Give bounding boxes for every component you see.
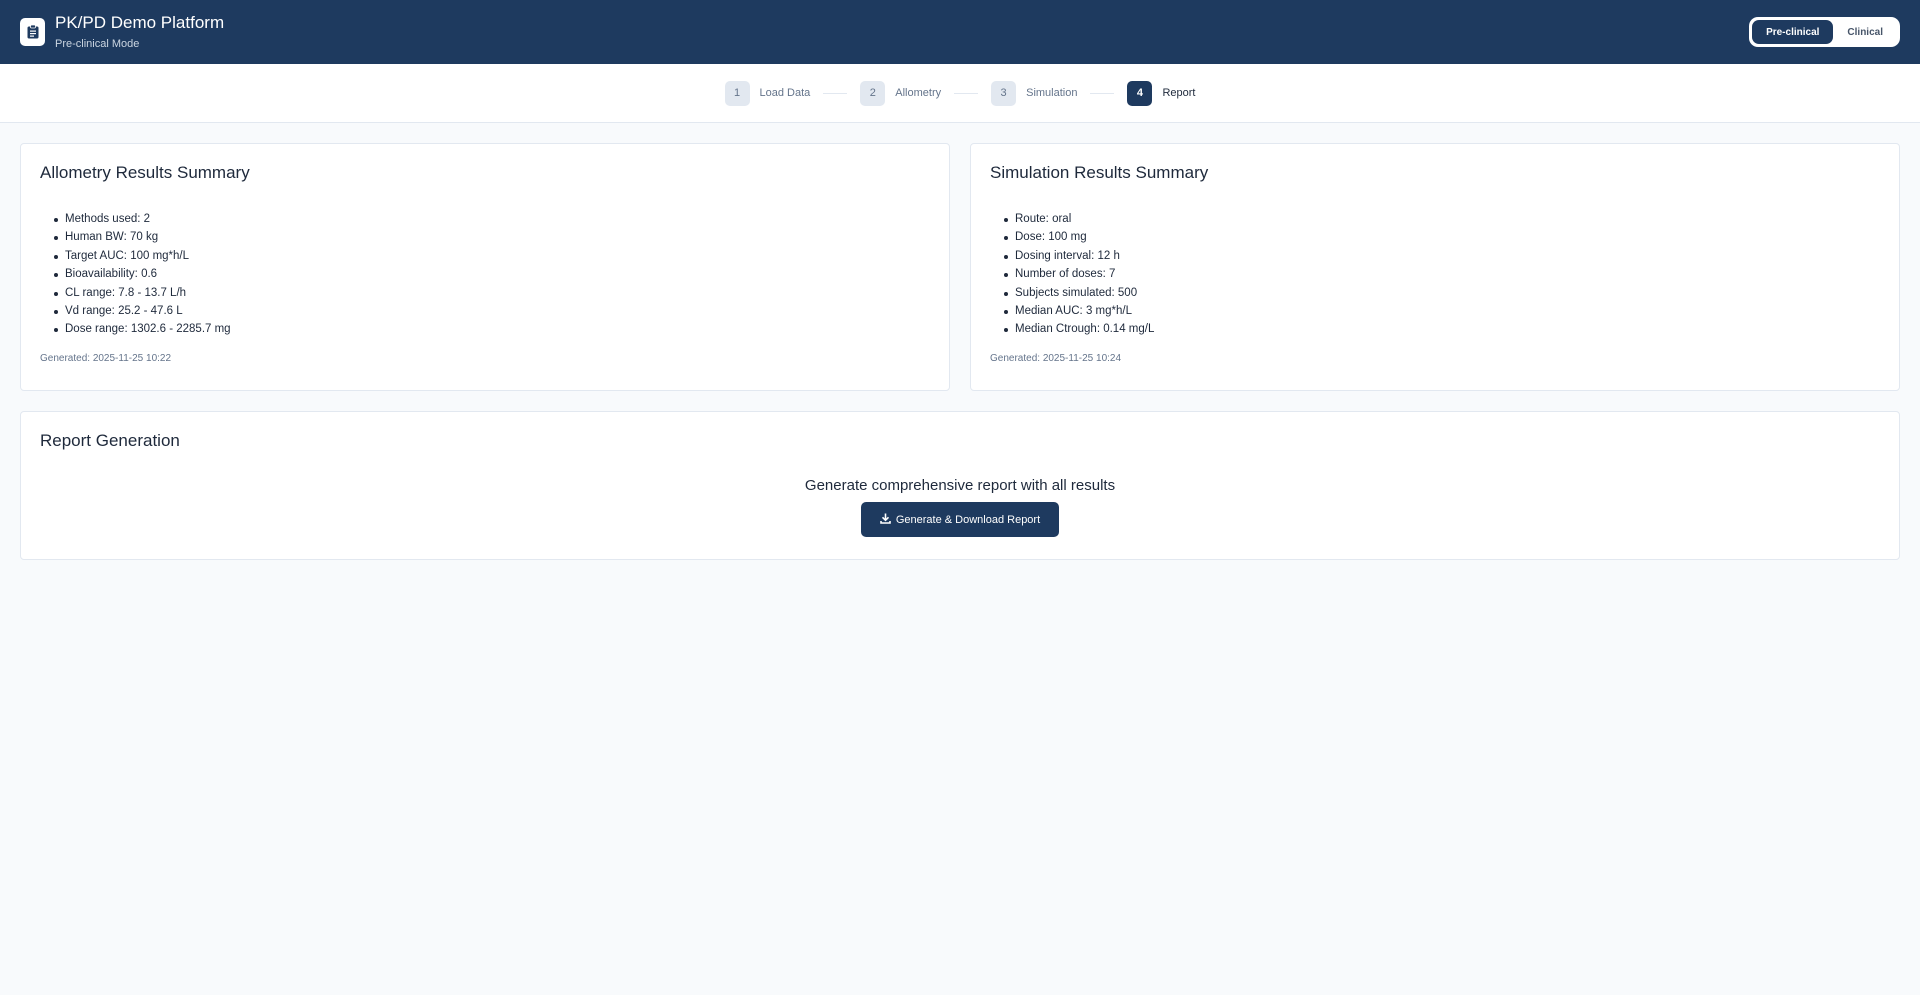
mode-preclinical-button[interactable]: Pre-clinical [1752,20,1834,44]
app-header: PK/PD Demo Platform Pre-clinical Mode Pr… [0,0,1920,64]
step-connector [823,92,848,94]
list-item: Human BW: 70 kg [54,228,930,246]
list-item: Target AUC: 100 mg*h/L [54,247,930,265]
app-mode-subtitle: Pre-clinical Mode [55,38,140,50]
card-title: Allometry Results Summary [40,163,250,182]
step-label: Allometry [895,87,942,99]
list-item: CL range: 7.8 - 13.7 L/h [54,284,930,302]
download-icon [880,513,891,527]
app-title: PK/PD Demo Platform [55,13,225,32]
step-label: Simulation [1026,87,1078,99]
mode-clinical-button[interactable]: Clinical [1833,20,1897,44]
list-item: Subjects simulated: 500 [1004,284,1880,302]
allometry-summary-card: Allometry Results Summary Methods used: … [20,143,950,391]
list-item: Dose range: 1302.6 - 2285.7 mg [54,320,930,338]
list-item: Bioavailability: 0.6 [54,265,930,283]
list-item: Median Ctrough: 0.14 mg/L [1004,320,1880,338]
report-prompt: Generate comprehensive report with all r… [804,477,1116,494]
simulation-summary-card: Simulation Results Summary Route: oral D… [970,143,1900,391]
simulation-results-list: Route: oral Dose: 100 mg Dosing interval… [990,210,1880,339]
generate-download-report-button[interactable]: Generate & Download Report [860,502,1060,537]
generated-timestamp: Generated: 2025-11-25 10:22 [40,352,172,364]
list-item: Number of doses: 7 [1004,265,1880,283]
step-report[interactable]: 4 Report [1127,80,1196,106]
list-item: Median AUC: 3 mg*h/L [1004,302,1880,320]
brand: PK/PD Demo Platform Pre-clinical Mode [20,12,224,52]
step-connector [1090,92,1115,94]
step-number: 2 [860,80,886,106]
generated-timestamp: Generated: 2025-11-25 10:24 [990,352,1122,364]
step-load-data[interactable]: 1 Load Data [724,80,811,106]
main-content: Allometry Results Summary Methods used: … [0,123,1920,560]
step-number: 4 [1127,80,1153,106]
allometry-results-list: Methods used: 2 Human BW: 70 kg Target A… [40,210,930,339]
step-number: 1 [724,80,750,106]
card-title: Simulation Results Summary [990,163,1209,182]
step-number: 3 [991,80,1017,106]
mode-switch: Pre-clinical Clinical [1749,17,1900,47]
step-simulation[interactable]: 3 Simulation [991,80,1078,106]
list-item: Route: oral [1004,210,1880,228]
step-allometry[interactable]: 2 Allometry [860,80,942,106]
card-title: Report Generation [40,431,180,450]
list-item: Dosing interval: 12 h [1004,247,1880,265]
workflow-stepper: 1 Load Data 2 Allometry 3 Simulation 4 R… [0,64,1920,123]
list-item: Methods used: 2 [54,210,930,228]
button-label: Generate & Download Report [895,513,1041,526]
step-connector [954,92,979,94]
step-label: Report [1162,87,1196,99]
step-label: Load Data [759,87,811,99]
clipboard-icon [20,18,45,46]
list-item: Dose: 100 mg [1004,228,1880,246]
list-item: Vd range: 25.2 - 47.6 L [54,302,930,320]
report-generation-card: Report Generation Generate comprehensive… [20,411,1900,560]
